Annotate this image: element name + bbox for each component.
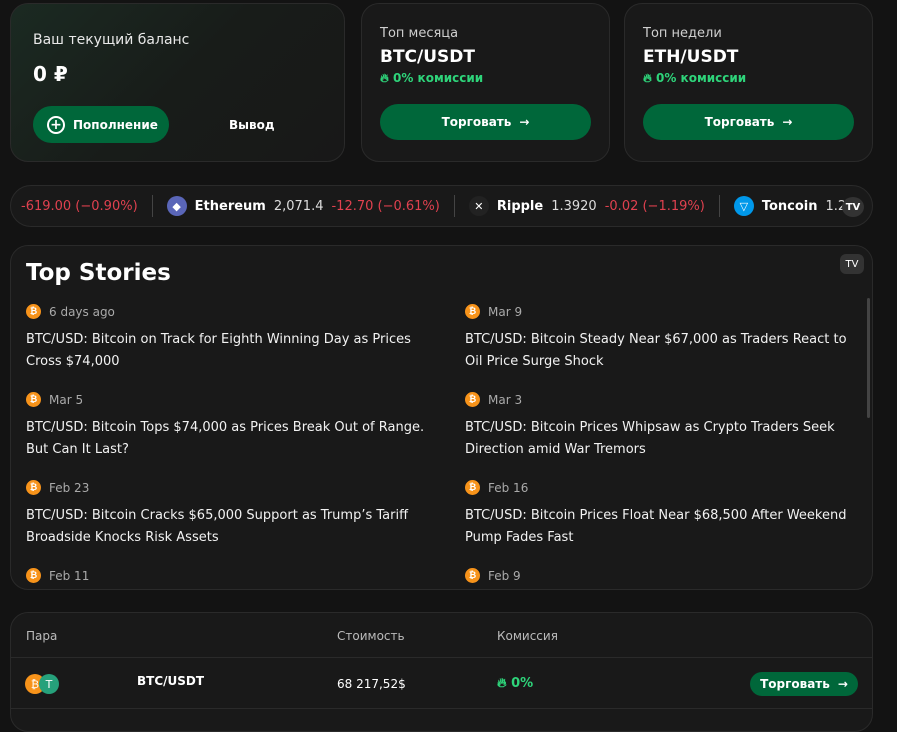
ethereum-icon: ◆	[166, 196, 187, 216]
top-month-label: Топ месяца	[380, 26, 459, 41]
bitcoin-icon: ₿	[26, 392, 41, 407]
ripple-icon: ✕	[468, 196, 489, 216]
story-date: Mar 5	[49, 392, 84, 407]
column-header-pair: Пара	[26, 629, 58, 643]
trade-button[interactable]: Торговать →	[643, 104, 854, 140]
trade-button[interactable]: Торговать →	[750, 672, 858, 696]
deposit-button[interactable]: + Пополнение	[33, 106, 169, 143]
trade-button[interactable]: Торговать →	[380, 104, 591, 140]
story-item[interactable]: ₿ Mar 9 BTC/USD: Bitcoin Steady Near $67,0…	[465, 304, 865, 373]
top-week-pair: ETH/USDT	[643, 47, 739, 67]
pair-fee: 🔥︎ 0%	[497, 676, 534, 691]
bitcoin-icon: ₿	[26, 568, 41, 583]
story-date: Feb 16	[488, 480, 529, 495]
top-stories-title: Top Stories	[26, 260, 171, 286]
flame-icon: 🔥︎	[497, 676, 512, 691]
scrollbar[interactable]	[867, 298, 870, 418]
top-week-label: Топ недели	[643, 26, 722, 41]
story-headline[interactable]: BTC/USD: Bitcoin Prices Whipsaw as Crypt…	[465, 417, 865, 461]
top-stories-widget: Top Stories TV ₿ 6 days ago BTC/USD: Bitco…	[10, 245, 873, 590]
story-item[interactable]: ₿ Feb 23 BTC/USD: Bitcoin Cracks $65,000 S…	[26, 480, 426, 549]
arrow-right-icon: →	[782, 115, 793, 129]
story-headline[interactable]: BTC/USD: Bitcoin Tops $74,000 as Prices …	[26, 417, 426, 461]
bitcoin-icon: ₿	[26, 304, 41, 319]
story-item[interactable]: ₿ Mar 3 BTC/USD: Bitcoin Prices Whipsaw as…	[465, 392, 865, 461]
deposit-label: Пополнение	[73, 117, 158, 132]
story-headline[interactable]: BTC/USD: Bitcoin Prices Float Near $68,5…	[465, 505, 865, 549]
story-headline[interactable]: BTC/USD: Bitcoin Cracks $65,000 Support …	[26, 505, 426, 549]
withdraw-button[interactable]: Вывод	[229, 118, 275, 132]
bitcoin-icon: ₿	[465, 480, 480, 495]
story-item[interactable]: ₿ Feb 11	[26, 568, 426, 589]
story-date: Mar 3	[488, 392, 523, 407]
story-headline[interactable]: BTC/USD: Bitcoin Steady Near $67,000 as …	[465, 329, 865, 373]
balance-card: Ваш текущий баланс 0 ₽ + Пополнение Вывод	[10, 3, 345, 162]
pairs-table: Пара Стоимость Комиссия ₿ T BTC/USDT 68 …	[10, 612, 873, 732]
column-header-price: Стоимость	[337, 629, 405, 643]
ticker-item[interactable]: ◆ Ethereum 2,071.4 -12.70 (−0.61%)	[153, 195, 455, 217]
tradingview-logo-icon[interactable]: TV	[842, 197, 864, 217]
bitcoin-icon: ₿	[26, 480, 41, 495]
ticker-item[interactable]: ✕ Ripple 1.3920 -0.02 (−1.19%)	[455, 195, 720, 217]
arrow-right-icon: →	[519, 115, 530, 129]
story-item[interactable]: ₿ Mar 5 BTC/USD: Bitcoin Tops $74,000 as P…	[26, 392, 426, 461]
flame-icon: 🔥︎	[380, 71, 393, 85]
pair-name: BTC/USDT	[137, 674, 205, 688]
story-date: Feb 9	[488, 568, 521, 583]
bitcoin-icon: ₿	[465, 392, 480, 407]
top-month-fee: 🔥︎ 0% комиссии	[380, 71, 484, 85]
column-header-fee: Комиссия	[497, 629, 558, 643]
balance-amount: 0 ₽	[33, 62, 68, 86]
top-week-card: Топ недели ETH/USDT 🔥︎ 0% комиссии Торго…	[624, 3, 873, 162]
table-row[interactable]: ₿ T BTC/USDT 68 217,52$ 🔥︎ 0% Торговать →	[11, 657, 872, 709]
bitcoin-icon: ₿	[465, 568, 480, 583]
flame-icon: 🔥︎	[643, 71, 656, 85]
story-date: Feb 23	[49, 480, 90, 495]
plus-circle-icon: +	[47, 115, 65, 134]
bitcoin-icon: ₿	[465, 304, 480, 319]
story-date: Mar 9	[488, 304, 523, 319]
tether-icon: T	[39, 674, 59, 694]
pair-price: 68 217,52$	[337, 677, 406, 691]
top-week-fee: 🔥︎ 0% комиссии	[643, 71, 747, 85]
story-item[interactable]: ₿ 6 days ago BTC/USD: Bitcoin on Track for…	[26, 304, 426, 373]
price-ticker[interactable]: -619.00 (−0.90%) ◆ Ethereum 2,071.4 -12.70 …	[10, 185, 873, 227]
story-date: 6 days ago	[49, 304, 115, 319]
story-item[interactable]: ₿ Feb 16 BTC/USD: Bitcoin Prices Float Nea…	[465, 480, 865, 549]
story-item[interactable]: ₿ Feb 9	[465, 568, 865, 589]
story-headline[interactable]: BTC/USD: Bitcoin on Track for Eighth Win…	[26, 329, 426, 373]
story-date: Feb 11	[49, 568, 90, 583]
ticker-item[interactable]: -619.00 (−0.90%)	[11, 195, 153, 217]
top-month-card: Топ месяца BTC/USDT 🔥︎ 0% комиссии Торго…	[361, 3, 610, 162]
arrow-right-icon: →	[837, 677, 848, 691]
tradingview-logo-icon[interactable]: TV	[840, 254, 864, 274]
balance-label: Ваш текущий баланс	[33, 32, 190, 48]
toncoin-icon: ▽	[733, 196, 754, 216]
top-month-pair: BTC/USDT	[380, 47, 475, 67]
